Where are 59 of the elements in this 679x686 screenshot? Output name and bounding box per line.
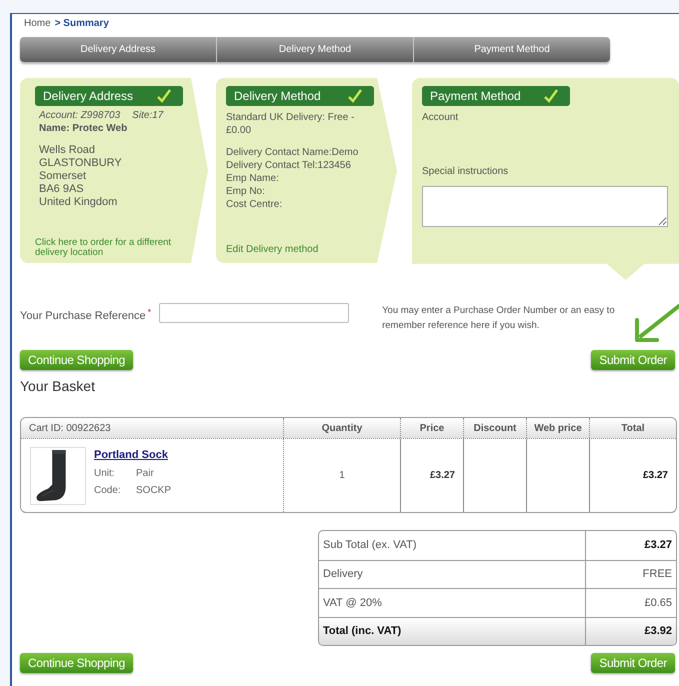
change-address-link[interactable]: Click here to order for a different delivery location — [35, 238, 184, 258]
address-line: GLASTONBURY — [39, 157, 123, 170]
delivery-detail: Emp No: — [226, 185, 266, 198]
address-line: Somerset — [39, 170, 88, 183]
step-tab[interactable]: Delivery Address — [20, 37, 216, 62]
delivery-detail: Cost Centre: — [226, 198, 284, 211]
edit-delivery-link[interactable]: Edit Delivery method — [226, 242, 377, 257]
submit-order-button[interactable]: Submit Order — [591, 653, 675, 673]
totals-label: Delivery — [323, 567, 363, 582]
account-name: Name: Protec Web — [38, 122, 128, 135]
price-cell-text: £3.27 — [430, 469, 455, 483]
submit-order-button[interactable]: Submit Order — [591, 350, 675, 370]
site-number: Site:17 — [132, 109, 164, 122]
instructions-label: Special instructions — [422, 165, 510, 178]
breadcrumb-link[interactable]: Home — [24, 16, 51, 30]
step-tab[interactable]: Delivery Method — [216, 37, 413, 62]
totals-label: Sub Total (ex. VAT) — [323, 538, 417, 553]
breadcrumb-link[interactable]: > Summary — [54, 16, 109, 30]
delivery-detail: Delivery Contact Tel:123456 — [226, 159, 352, 172]
step-tab[interactable]: Payment Method — [413, 37, 610, 62]
totals-value: FREE — [642, 567, 672, 582]
address-line: Wells Road — [39, 144, 96, 157]
product-link[interactable]: Portland Sock — [94, 447, 172, 464]
unit-value: Pair — [136, 466, 154, 480]
payment-method: Account — [422, 111, 460, 124]
totals-value: £3.27 — [644, 538, 672, 553]
delivery-service: Standard UK Delivery: Free - £0.00 — [226, 111, 356, 137]
instructions-field[interactable] — [422, 186, 668, 227]
delivery-detail: Delivery Contact Name:Demo — [226, 146, 360, 159]
arrow-icon — [633, 302, 679, 344]
purchase-reference-label: Your Purchase Reference — [20, 309, 146, 324]
account-number: Account: Z998703 — [39, 109, 120, 122]
address-line: United Kingdom — [39, 196, 118, 209]
column-header: Discount — [463, 418, 526, 438]
code-value: SOCKP — [136, 484, 172, 498]
totals-value: £3.92 — [644, 624, 672, 639]
panel-title: Delivery Address — [35, 86, 183, 106]
totals-value: £0.65 — [644, 596, 672, 610]
code-label: Code: — [94, 484, 122, 498]
required-marker: * — [148, 306, 152, 319]
quantity-cell-text: 1 — [339, 469, 345, 483]
panel-title: Delivery Method — [226, 86, 374, 106]
column-header: Quantity — [283, 418, 400, 438]
panel-title: Payment Method — [422, 86, 570, 106]
totals-label: Total (inc. VAT) — [323, 624, 402, 639]
column-header: Web price — [526, 418, 589, 438]
address-line: BA6 9AS — [39, 183, 85, 196]
column-header: Price — [400, 418, 463, 438]
total-cell-text: £3.27 — [642, 469, 668, 483]
purchase-reference-hint: You may enter a Purchase Order Number or an easy to remember reference here if you wish. — [382, 304, 616, 333]
basket-heading: Your Basket — [20, 377, 96, 396]
totals-label: VAT @ 20% — [323, 596, 382, 610]
column-header: Total — [589, 418, 676, 438]
column-header: Cart ID: 00922623 — [28, 422, 112, 436]
delivery-detail: Emp Name: — [226, 172, 280, 185]
unit-label: Unit: — [94, 466, 116, 480]
continue-shopping-button[interactable]: Continue Shopping — [20, 653, 133, 673]
purchase-reference-field[interactable] — [159, 303, 350, 323]
continue-shopping-button[interactable]: Continue Shopping — [20, 350, 133, 370]
